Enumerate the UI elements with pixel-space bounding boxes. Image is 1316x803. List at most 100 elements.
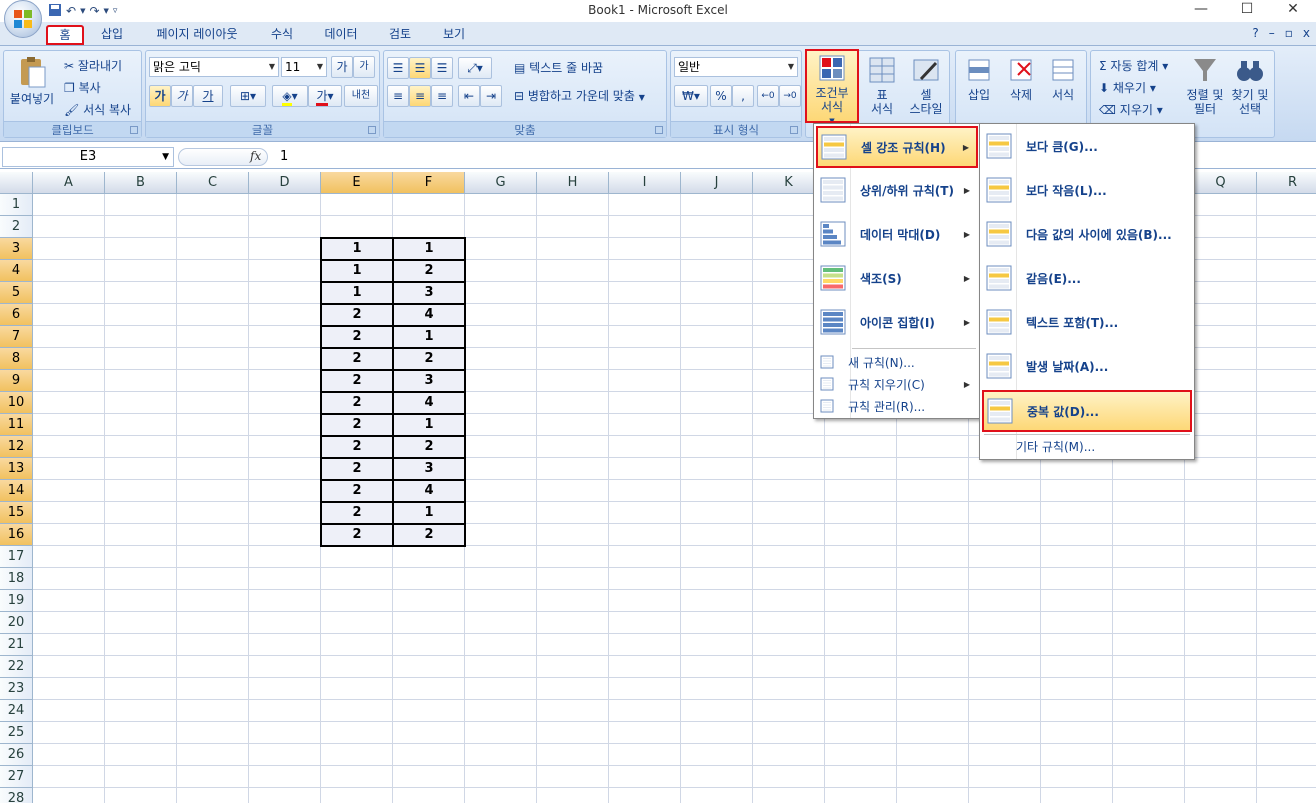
format-painter-button[interactable]: 🖌 서식 복사 xyxy=(64,101,131,118)
menu-between[interactable]: 다음 값의 사이에 있음(B)... xyxy=(982,214,1192,256)
data-cell[interactable]: 1 xyxy=(393,238,465,260)
menu-new-rule[interactable]: 새 규칙(N)... xyxy=(816,352,978,374)
percent-button[interactable]: % xyxy=(710,85,732,107)
menu-text-contains[interactable]: 텍스트 포함(T)... xyxy=(982,302,1192,344)
maximize-button[interactable]: ☐ xyxy=(1224,0,1270,20)
row-header[interactable]: 24 xyxy=(0,700,33,722)
column-header[interactable]: R xyxy=(1257,172,1316,194)
borders-button[interactable]: ⊞▾ xyxy=(230,85,266,107)
align-bottom-button[interactable]: ☰ xyxy=(431,57,453,79)
underline-button[interactable]: 가 xyxy=(193,85,223,107)
merge-center-button[interactable]: ⊟ 병합하고 가운데 맞춤 ▼ xyxy=(514,87,645,104)
phonetic-guide-button[interactable]: 내천 xyxy=(344,85,378,107)
increase-indent-button[interactable]: ⇥ xyxy=(480,85,502,107)
cut-button[interactable]: ✂ 잘라내기 xyxy=(64,57,122,74)
row-header[interactable]: 4 xyxy=(0,260,33,282)
row-header[interactable]: 17 xyxy=(0,546,33,568)
row-header[interactable]: 21 xyxy=(0,634,33,656)
formula-input[interactable]: 1 xyxy=(280,149,288,164)
menu-data-bars[interactable]: 데이터 막대(D) ▶ xyxy=(816,214,978,256)
data-cell[interactable]: 2 xyxy=(321,436,393,458)
insert-function-button[interactable]: fx xyxy=(250,149,261,163)
column-header[interactable]: E xyxy=(321,172,393,194)
comma-button[interactable]: , xyxy=(732,85,754,107)
column-header[interactable]: A xyxy=(33,172,105,194)
currency-button[interactable]: ₩▾ xyxy=(674,85,708,107)
data-cell[interactable]: 2 xyxy=(393,260,465,282)
orientation-button[interactable]: ⤢▾ xyxy=(458,57,492,79)
data-cell[interactable]: 1 xyxy=(393,414,465,436)
tab-formulas[interactable]: 수식 xyxy=(262,25,302,45)
format-cells-button[interactable]: 서식 xyxy=(1042,55,1084,102)
bold-button[interactable]: 가 xyxy=(149,85,171,107)
data-cell[interactable]: 2 xyxy=(321,348,393,370)
delete-cells-button[interactable]: 삭제 xyxy=(1000,55,1042,102)
italic-button[interactable]: 가 xyxy=(171,85,193,107)
workbook-close-button[interactable]: x xyxy=(1303,26,1310,40)
data-cell[interactable]: 1 xyxy=(321,282,393,304)
row-header[interactable]: 6 xyxy=(0,304,33,326)
dialog-launcher-icon[interactable] xyxy=(368,126,376,134)
autosum-button[interactable]: Σ 자동 합계 ▾ xyxy=(1099,57,1168,74)
menu-date-occurring[interactable]: 발생 날짜(A)... xyxy=(982,346,1192,388)
row-header[interactable]: 20 xyxy=(0,612,33,634)
row-header[interactable]: 27 xyxy=(0,766,33,788)
decrease-indent-button[interactable]: ⇤ xyxy=(458,85,480,107)
wrap-text-button[interactable]: ▤ 텍스트 줄 바꿈 xyxy=(514,59,603,76)
data-cell[interactable]: 4 xyxy=(393,480,465,502)
tab-review[interactable]: 검토 xyxy=(380,25,420,45)
data-cell[interactable]: 2 xyxy=(321,326,393,348)
align-center-button[interactable]: ≡ xyxy=(409,85,431,107)
decrease-decimal-button[interactable]: →0 xyxy=(779,85,801,107)
data-cell[interactable]: 1 xyxy=(393,502,465,524)
row-header[interactable]: 1 xyxy=(0,194,33,216)
office-button[interactable] xyxy=(4,0,42,38)
row-header[interactable]: 26 xyxy=(0,744,33,766)
workbook-minimize-button[interactable]: – xyxy=(1269,26,1275,40)
row-header[interactable]: 18 xyxy=(0,568,33,590)
data-cell[interactable]: 2 xyxy=(393,348,465,370)
data-cell[interactable]: 2 xyxy=(321,524,393,546)
menu-greater-than[interactable]: 보다 큼(G)... xyxy=(982,126,1192,168)
tab-view[interactable]: 보기 xyxy=(434,25,474,45)
row-header[interactable]: 5 xyxy=(0,282,33,304)
menu-icon-sets[interactable]: 아이콘 집합(I) ▶ xyxy=(816,302,978,344)
data-cell[interactable]: 3 xyxy=(393,370,465,392)
menu-less-than[interactable]: 보다 작음(L)... xyxy=(982,170,1192,212)
row-header[interactable]: 19 xyxy=(0,590,33,612)
menu-more-rules[interactable]: 기타 규칙(M)... xyxy=(982,436,1192,458)
row-header[interactable]: 23 xyxy=(0,678,33,700)
menu-highlight-cells-rules[interactable]: 셀 강조 규칙(H) ▶ xyxy=(816,126,978,168)
data-cell[interactable]: 2 xyxy=(321,392,393,414)
insert-cells-button[interactable]: 삽입 xyxy=(958,55,1000,102)
tab-insert[interactable]: 삽입 xyxy=(92,25,132,45)
row-header[interactable]: 22 xyxy=(0,656,33,678)
increase-decimal-button[interactable]: ←0 xyxy=(757,85,779,107)
row-header[interactable]: 11 xyxy=(0,414,33,436)
row-header[interactable]: 16 xyxy=(0,524,33,546)
data-cell[interactable]: 1 xyxy=(393,326,465,348)
fill-color-button[interactable]: ◈▾ xyxy=(272,85,308,107)
column-header[interactable]: B xyxy=(105,172,177,194)
paste-button[interactable]: 붙여넣기 xyxy=(6,55,58,106)
shrink-font-button[interactable]: 가 xyxy=(353,56,375,78)
menu-equal-to[interactable]: 같음(E)... xyxy=(982,258,1192,300)
data-cell[interactable]: 2 xyxy=(321,414,393,436)
row-header[interactable]: 9 xyxy=(0,370,33,392)
help-icon[interactable]: ? xyxy=(1252,26,1258,40)
tab-data[interactable]: 데이터 xyxy=(316,25,366,45)
menu-color-scales[interactable]: 색조(S) ▶ xyxy=(816,258,978,300)
data-cell[interactable]: 2 xyxy=(393,436,465,458)
font-color-button[interactable]: 가▾ xyxy=(308,85,342,107)
find-select-button[interactable]: 찾기 및 선택 xyxy=(1227,55,1273,116)
font-name-combo[interactable]: 맑은 고딕 ▼ xyxy=(149,57,279,77)
menu-top-bottom-rules[interactable]: 상위/하위 규칙(T) ▶ xyxy=(816,170,978,212)
select-all-corner[interactable] xyxy=(0,172,33,194)
row-header[interactable]: 2 xyxy=(0,216,33,238)
row-header[interactable]: 28 xyxy=(0,788,33,803)
copy-button[interactable]: ❐ 복사 xyxy=(64,79,101,96)
align-right-button[interactable]: ≡ xyxy=(431,85,453,107)
tab-page-layout[interactable]: 페이지 레이아웃 xyxy=(146,25,248,45)
column-header[interactable]: J xyxy=(681,172,753,194)
data-cell[interactable]: 2 xyxy=(321,502,393,524)
